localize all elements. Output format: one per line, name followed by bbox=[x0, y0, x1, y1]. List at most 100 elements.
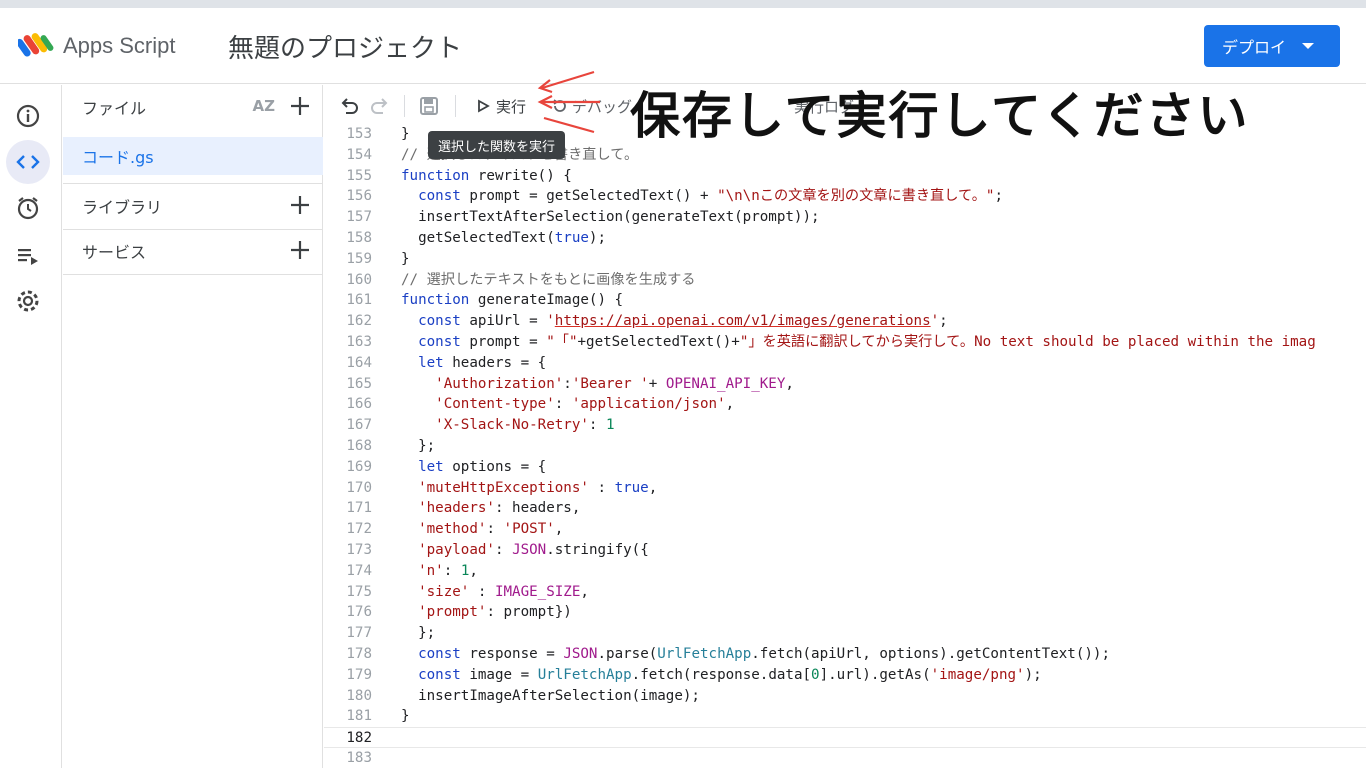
code-line[interactable]: 172 'method': 'POST', bbox=[324, 519, 1366, 540]
executions-nav-button[interactable] bbox=[6, 234, 50, 278]
code-token: prompt = bbox=[460, 334, 547, 350]
code-token: options = { bbox=[443, 458, 547, 475]
code-line[interactable]: 165 'Authorization':'Bearer '+ OPENAI_AP… bbox=[324, 374, 1366, 395]
libraries-row: ライブラリ bbox=[63, 184, 323, 228]
code-editor[interactable]: 153}154// 選択したテキストを書き直して。155function rew… bbox=[324, 127, 1366, 768]
code-token: 0 bbox=[811, 666, 820, 683]
code-token: + bbox=[648, 375, 666, 392]
code-token: // 選択したテキストをもとに画像を生成する bbox=[401, 271, 696, 288]
code-line[interactable]: 162 const apiUrl = 'https://api.openai.c… bbox=[324, 311, 1366, 332]
code-text: // 選択したテキストをもとに画像を生成する bbox=[401, 270, 695, 291]
code-line[interactable]: 166 'Content-type': 'application/json', bbox=[324, 394, 1366, 415]
add-library-plus-icon[interactable] bbox=[287, 192, 313, 218]
code-line[interactable]: 175 'size' : IMAGE_SIZE, bbox=[324, 582, 1366, 603]
code-text: getSelectedText(true); bbox=[401, 228, 606, 249]
code-token: "\n\nこの文章を別の文章に書き直して。" bbox=[717, 188, 995, 205]
code-line[interactable]: 181} bbox=[324, 706, 1366, 727]
code-line[interactable]: 182 bbox=[324, 727, 1366, 748]
add-service-plus-icon[interactable] bbox=[287, 237, 313, 263]
code-line[interactable]: 164 let headers = { bbox=[324, 353, 1366, 374]
code-line[interactable]: 171 'headers': headers, bbox=[324, 498, 1366, 519]
toolbar-separator bbox=[404, 95, 405, 117]
triggers-nav-button[interactable] bbox=[6, 186, 50, 230]
code-line[interactable]: 157 insertTextAfterSelection(generateTex… bbox=[324, 207, 1366, 228]
line-number: 155 bbox=[346, 167, 372, 184]
code-token: 'Content-type' bbox=[435, 396, 555, 413]
redo-icon[interactable] bbox=[369, 95, 391, 117]
code-line[interactable]: 174 'n': 1, bbox=[324, 561, 1366, 582]
run-button-label: 実行 bbox=[496, 97, 527, 116]
code-text: let options = { bbox=[401, 457, 546, 478]
code-line[interactable]: 178 const response = JSON.parse(UrlFetch… bbox=[324, 644, 1366, 665]
code-line[interactable]: 155 function rewrite() { bbox=[324, 166, 1366, 187]
app-name[interactable]: Apps Script bbox=[63, 33, 176, 59]
code-token: 'method' bbox=[418, 521, 487, 538]
code-line[interactable]: 176 'prompt': prompt}) bbox=[324, 602, 1366, 623]
code-token: : prompt}) bbox=[486, 604, 572, 621]
code-line[interactable]: 159} bbox=[324, 249, 1366, 270]
files-label: ファイル bbox=[82, 99, 147, 118]
code-line[interactable]: 183 bbox=[324, 748, 1366, 768]
code-line[interactable]: 177 }; bbox=[324, 623, 1366, 644]
save-icon[interactable] bbox=[418, 95, 440, 117]
code-token: response = bbox=[460, 646, 564, 662]
code-text: 'X-Slack-No-Retry': 1 bbox=[401, 415, 614, 436]
code-token: insertImageAfterSelection(image); bbox=[401, 687, 700, 704]
overview-nav-button[interactable] bbox=[6, 94, 50, 138]
code-text: }; bbox=[401, 623, 435, 644]
code-text: } bbox=[401, 706, 410, 727]
code-line[interactable]: 156 const prompt = getSelectedText() + "… bbox=[324, 186, 1366, 207]
sort-az-icon[interactable]: AZ bbox=[253, 97, 276, 115]
code-token: const bbox=[418, 646, 461, 662]
code-line[interactable]: 161 function generateImage() { bbox=[324, 290, 1366, 311]
code-token: : bbox=[588, 417, 607, 434]
code-line[interactable]: 169 let options = { bbox=[324, 457, 1366, 478]
code-token: } bbox=[401, 250, 410, 267]
line-number: 157 bbox=[346, 209, 372, 226]
code-token: : bbox=[554, 396, 572, 413]
code-line[interactable]: 158 getSelectedText(true); bbox=[324, 228, 1366, 249]
line-number: 162 bbox=[346, 313, 372, 330]
code-line[interactable]: 168 }; bbox=[324, 436, 1366, 457]
deploy-button[interactable]: デプロイ bbox=[1204, 25, 1340, 67]
code-token: 'Bearer ' bbox=[571, 375, 649, 392]
undo-icon[interactable] bbox=[338, 95, 360, 117]
line-number: 170 bbox=[346, 479, 372, 496]
code-line[interactable]: 180 insertImageAfterSelection(image); bbox=[324, 686, 1366, 707]
code-token: generateImage() { bbox=[469, 292, 624, 309]
editor-nav-button[interactable] bbox=[6, 140, 50, 184]
settings-nav-button[interactable] bbox=[6, 279, 50, 323]
code-token: .fetch(apiUrl, options).getContentText()… bbox=[751, 646, 1110, 662]
line-number: 165 bbox=[346, 375, 372, 392]
code-token: : bbox=[494, 542, 513, 558]
run-button[interactable]: 実行 bbox=[476, 93, 526, 119]
code-text: } bbox=[401, 127, 410, 145]
code-line[interactable]: 173 'payload': JSON.stringify({ bbox=[324, 540, 1366, 561]
code-line[interactable]: 160 // 選択したテキストをもとに画像を生成する bbox=[324, 270, 1366, 291]
code-token: rewrite() { bbox=[469, 167, 572, 184]
toolbar-separator bbox=[455, 95, 456, 117]
code-line[interactable]: 167 'X-Slack-No-Retry': 1 bbox=[324, 415, 1366, 436]
code-text: } bbox=[401, 249, 410, 270]
code-line[interactable]: 170 'muteHttpExceptions' : true, bbox=[324, 478, 1366, 499]
file-item-code-gs[interactable]: コード.gs bbox=[63, 137, 323, 175]
code-token: : bbox=[486, 521, 504, 538]
line-number: 182 bbox=[346, 730, 372, 747]
code-line[interactable]: 179 const image = UrlFetchApp.fetch(resp… bbox=[324, 665, 1366, 686]
code-token: , bbox=[469, 562, 478, 579]
code-line[interactable]: 163 const prompt = "「"+getSelectedText()… bbox=[324, 332, 1366, 353]
code-token: ' bbox=[930, 313, 940, 330]
code-text: const apiUrl = 'https://api.openai.com/v… bbox=[401, 311, 948, 332]
code-token: true bbox=[554, 230, 589, 246]
code-token: } bbox=[401, 708, 410, 725]
add-file-plus-icon[interactable] bbox=[287, 93, 313, 119]
code-token: ' bbox=[546, 313, 555, 330]
project-title[interactable]: 無題のプロジェクト bbox=[228, 28, 462, 65]
code-token: "」を英語に翻訳してから実行して。No text should be place… bbox=[739, 334, 1316, 350]
code-token: : bbox=[469, 583, 495, 600]
code-token: 'n' bbox=[418, 562, 444, 579]
